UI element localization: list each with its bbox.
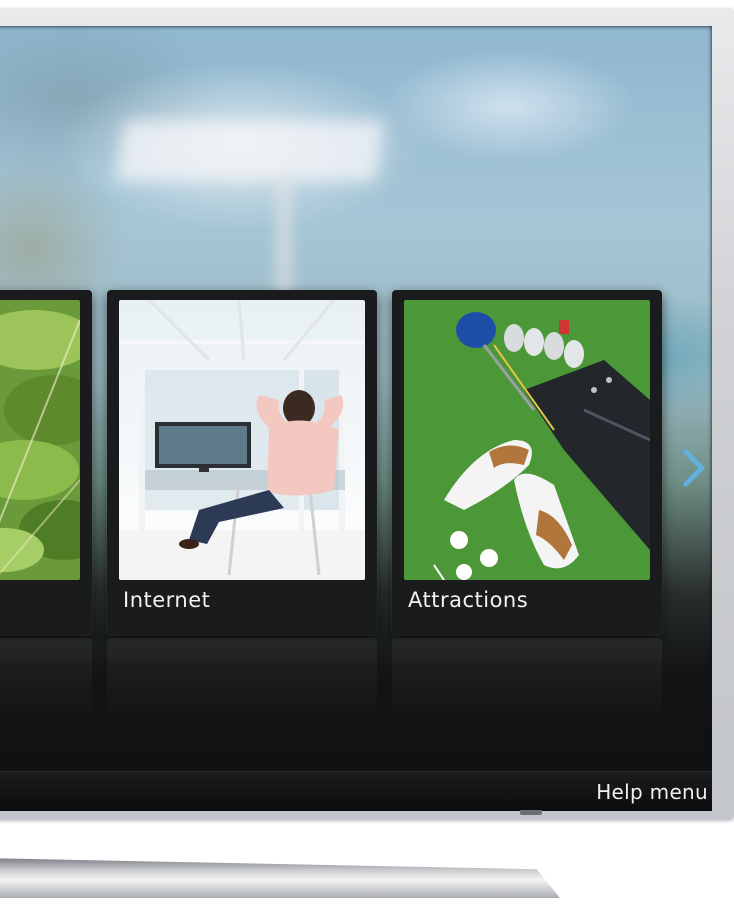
tv-stand <box>0 858 560 898</box>
help-menu-button[interactable]: Help menu <box>596 780 708 804</box>
app-tile-attractions[interactable]: Attractions <box>392 290 662 635</box>
tv-bezel: Internet Attractions Help menu <box>0 8 734 820</box>
tv-indicator <box>520 810 542 815</box>
tile-label-attractions: Attractions <box>408 588 529 612</box>
tile-reflection <box>392 638 662 748</box>
background-roof <box>115 121 385 181</box>
tile-reflection <box>107 638 377 748</box>
leaves-thumbnail <box>0 300 80 580</box>
tile-reflection <box>0 638 92 748</box>
app-tile-partial[interactable] <box>0 290 92 635</box>
tile-label-internet: Internet <box>123 588 211 612</box>
chevron-right-icon[interactable] <box>682 448 708 488</box>
internet-thumbnail <box>119 300 365 580</box>
background-post <box>275 176 293 306</box>
app-tile-internet[interactable]: Internet <box>107 290 377 635</box>
bottom-bar: Help menu <box>0 771 712 811</box>
tv-screen: Internet Attractions Help menu <box>0 26 712 811</box>
attractions-thumbnail <box>404 300 650 580</box>
